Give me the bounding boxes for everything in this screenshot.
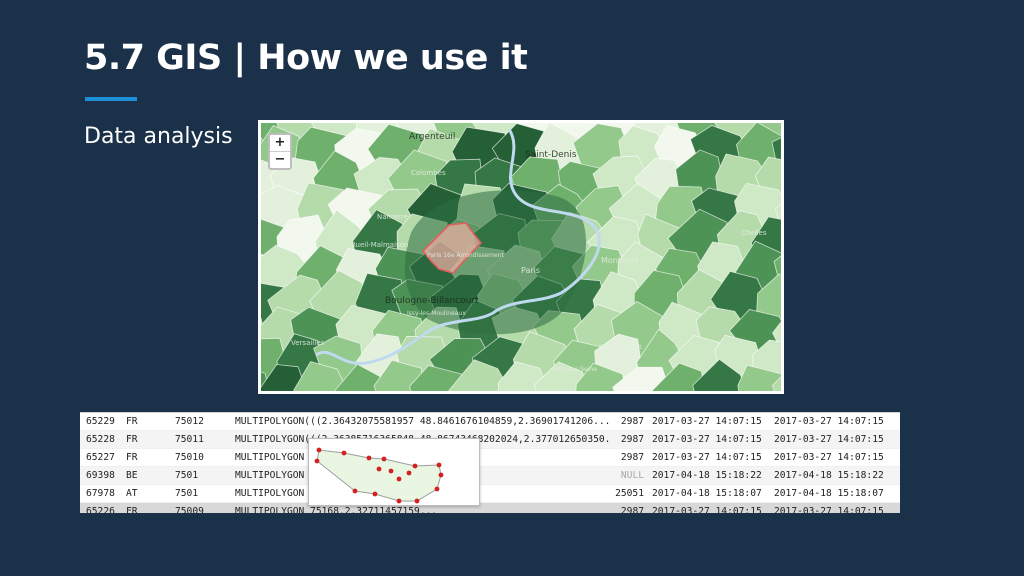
- polygon-vertex: [372, 491, 378, 497]
- polygon-vertex: [314, 458, 320, 464]
- cell-count: 2987: [620, 506, 644, 513]
- table-row[interactable]: 65229 FR 75012 MULTIPOLYGON(((2.36432075581…: [80, 413, 900, 431]
- cell-id: 65226: [86, 506, 115, 513]
- polygon-vertex: [381, 456, 387, 462]
- table-row[interactable]: 65227FR75010MULTIPOLYGON 81233,2.3495457…: [80, 449, 900, 467]
- map-label: Nanterre: [377, 213, 408, 221]
- cell-zip: 75012: [175, 416, 204, 427]
- cell-id: 65227: [86, 452, 115, 463]
- zoom-control: + −: [268, 133, 292, 170]
- polygon-vertex: [376, 466, 382, 472]
- table-row[interactable]: 65226 FR 75009 MULTIPOLYGON 75168,2.3271145…: [80, 503, 900, 513]
- title-underline: [85, 97, 137, 101]
- polygon-vertex: [434, 486, 440, 492]
- cell-updated: 2017-03-27 14:07:15: [774, 416, 884, 427]
- map-label: Issy-les-Moulineaux: [407, 310, 466, 317]
- map-canvas[interactable]: Argenteuil Saint-Denis Colombes Nanterre Rue…: [261, 123, 781, 391]
- cell-country: FR: [126, 506, 138, 513]
- polygon-vertex: [412, 463, 418, 469]
- cell-zip: 7501: [175, 470, 199, 481]
- choropleth-map[interactable]: Argenteuil Saint-Denis Colombes Nanterre Rue…: [258, 120, 784, 394]
- zoom-out-button[interactable]: −: [270, 151, 290, 168]
- polygon-vertex: [414, 498, 420, 504]
- polygon-preview-popup: [308, 438, 480, 506]
- cell-updated: 2017-04-18 15:18:22: [774, 470, 884, 481]
- cell-updated: 2017-03-27 14:07:15: [774, 434, 884, 445]
- table-row[interactable]: 65228FR75011MULTIPOLYGON(((2.36385716365…: [80, 431, 900, 449]
- map-label: Vitry-sur-Seine: [553, 366, 597, 373]
- map-label: Colombes: [411, 169, 446, 177]
- cell-created: 2017-04-18 15:18:22: [652, 470, 762, 481]
- cell-zip: 75010: [175, 452, 204, 463]
- cell-id: 67978: [86, 488, 115, 499]
- cell-id: 65229: [86, 416, 115, 427]
- zoom-in-button[interactable]: +: [270, 135, 290, 151]
- table-row[interactable]: 67978AT7501MULTIPOLYGON 47.214087,16.204…: [80, 485, 900, 503]
- map-label: Paris: [521, 266, 540, 275]
- slide-subtitle: Data analysis: [84, 124, 233, 149]
- polygon-vertex: [438, 472, 444, 478]
- slide-title: 5.7 GIS | How we use it: [84, 38, 528, 78]
- cell-created: 2017-03-27 14:07:15: [652, 452, 762, 463]
- map-label: Boulogne-Billancourt: [385, 296, 479, 306]
- cell-geom: MULTIPOLYGON(((2.36432075581957 48.84616…: [235, 416, 611, 427]
- cell-updated: 2017-03-27 14:07:15: [774, 506, 884, 513]
- map-label: Chelles: [741, 229, 767, 237]
- map-label: Maisons-Alfort: [599, 344, 642, 351]
- map-label: Rueil-Malmaison: [351, 241, 408, 249]
- cell-created: 2017-03-27 14:07:15: [652, 506, 762, 513]
- cell-country: AT: [126, 488, 138, 499]
- cell-country: FR: [126, 434, 138, 445]
- cell-count: 25051: [615, 488, 644, 499]
- cell-created: 2017-03-27 14:07:15: [652, 434, 762, 445]
- map-label: Saint-Denis: [525, 150, 577, 160]
- polygon-vertex: [396, 476, 402, 482]
- table-row[interactable]: 69398BE7501MULTIPOLYGON 512579,3.36101 5…: [80, 467, 900, 485]
- map-label: Paris 16e Arrondissement: [427, 252, 504, 259]
- cell-country: FR: [126, 452, 138, 463]
- polygon-vertex: [366, 455, 372, 461]
- cell-id: 65228: [86, 434, 115, 445]
- map-label: Versailles: [291, 339, 325, 347]
- table-body: 65229 FR 75012 MULTIPOLYGON(((2.36432075581…: [80, 413, 900, 513]
- cell-created: 2017-04-18 15:18:07: [652, 488, 762, 499]
- polygon-vertex: [352, 488, 358, 494]
- results-table[interactable]: 65229 FR 75012 MULTIPOLYGON(((2.36432075581…: [80, 412, 900, 513]
- cell-country: BE: [126, 470, 138, 481]
- polygon-vertex: [316, 447, 322, 453]
- cell-updated: 2017-04-18 15:18:07: [774, 488, 884, 499]
- cell-zip: 75011: [175, 434, 204, 445]
- polygon-vertex: [406, 470, 412, 476]
- cell-count: 2987: [620, 416, 644, 427]
- cell-country: FR: [126, 416, 138, 427]
- polygon-vertex: [396, 498, 402, 504]
- polygon-vertex: [341, 450, 347, 456]
- cell-created: 2017-03-27 14:07:15: [652, 416, 762, 427]
- preview-polygon: [316, 449, 442, 502]
- polygon-vertex: [436, 462, 442, 468]
- cell-count: 2987: [620, 452, 644, 463]
- polygon-preview: [314, 447, 444, 504]
- cell-updated: 2017-03-27 14:07:15: [774, 452, 884, 463]
- cell-zip: 7501: [175, 488, 199, 499]
- map-label: Montreuil: [601, 256, 639, 265]
- map-label: Argenteuil: [409, 132, 455, 142]
- cell-zip: 75009: [175, 506, 204, 513]
- cell-count: 2987: [620, 434, 644, 445]
- polygon-vertex: [388, 468, 394, 474]
- cell-count: NULL: [620, 470, 644, 481]
- cell-id: 69398: [86, 470, 115, 481]
